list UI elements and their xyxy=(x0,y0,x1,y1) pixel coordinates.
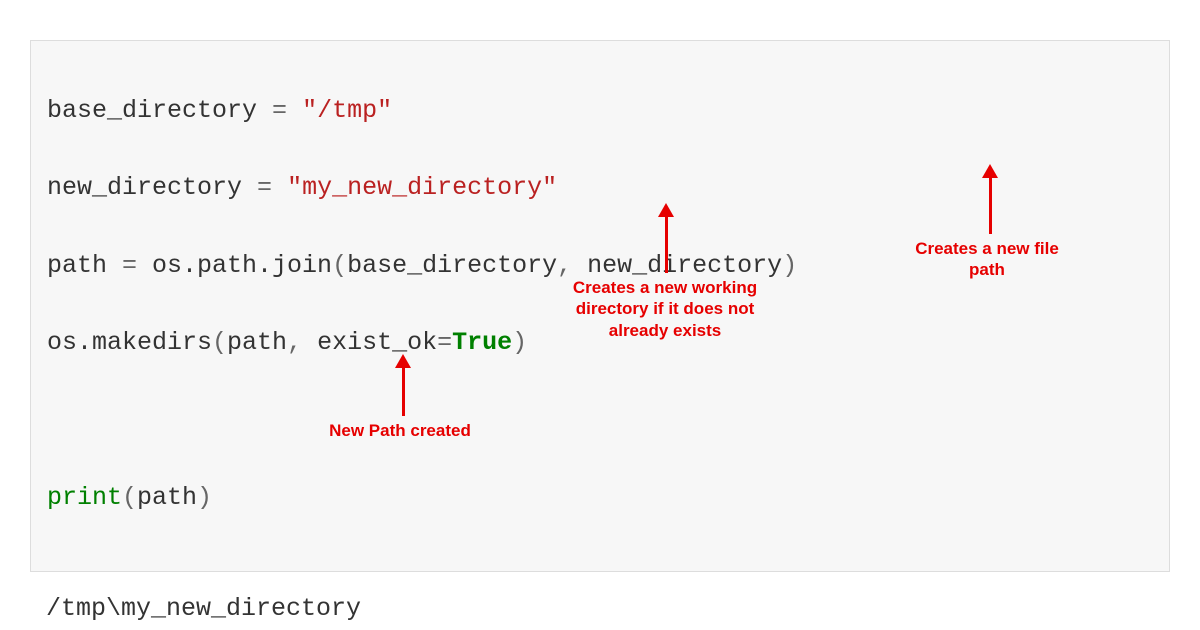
arg-path: path xyxy=(137,483,197,512)
arrow-line-icon xyxy=(989,178,992,234)
equals: = xyxy=(437,328,452,357)
arrow-line-icon xyxy=(402,368,405,416)
paren: ( xyxy=(212,328,227,357)
function-os-makedirs: os.makedirs xyxy=(47,328,212,357)
annotation-join: Creates a new file path xyxy=(902,238,1072,281)
variable-base-directory: base_directory xyxy=(47,96,257,125)
paren: ) xyxy=(512,328,527,357)
paren: ( xyxy=(332,251,347,280)
arrow-line-icon xyxy=(665,217,668,273)
assign-op: = xyxy=(242,173,287,202)
code-line-blank xyxy=(47,402,1153,441)
output-block: /tmp\my_new_directory xyxy=(30,572,1170,628)
function-print: print xyxy=(47,483,122,512)
code-line-5: print(path) xyxy=(47,479,1153,518)
code-line-1: base_directory = "/tmp" xyxy=(47,92,1153,131)
arrow-head-icon xyxy=(658,203,674,217)
assign-op: = xyxy=(257,96,302,125)
arg-base-directory: base_directory xyxy=(347,251,557,280)
comma: , xyxy=(287,328,317,357)
paren: ) xyxy=(197,483,212,512)
paren: ) xyxy=(782,251,797,280)
arrow-output xyxy=(395,354,411,416)
string-literal: "my_new_directory" xyxy=(287,173,557,202)
arrow-head-icon xyxy=(982,164,998,178)
kwarg-exist-ok: exist_ok xyxy=(317,328,437,357)
arrow-head-icon xyxy=(395,354,411,368)
variable-path: path xyxy=(47,251,107,280)
annotation-output: New Path created xyxy=(320,420,480,441)
string-literal: "/tmp" xyxy=(302,96,392,125)
arg-new-directory: new_directory xyxy=(587,251,782,280)
arrow-makedirs xyxy=(658,203,674,273)
arg-path: path xyxy=(227,328,287,357)
comma: , xyxy=(557,251,587,280)
keyword-true: True xyxy=(452,328,512,357)
variable-new-directory: new_directory xyxy=(47,173,242,202)
output-text: /tmp\my_new_directory xyxy=(46,594,361,623)
function-os-path-join: os.path.join xyxy=(152,251,332,280)
paren: ( xyxy=(122,483,137,512)
assign-op: = xyxy=(107,251,152,280)
arrow-join xyxy=(982,164,998,234)
annotation-makedirs: Creates a new working directory if it do… xyxy=(570,277,760,341)
